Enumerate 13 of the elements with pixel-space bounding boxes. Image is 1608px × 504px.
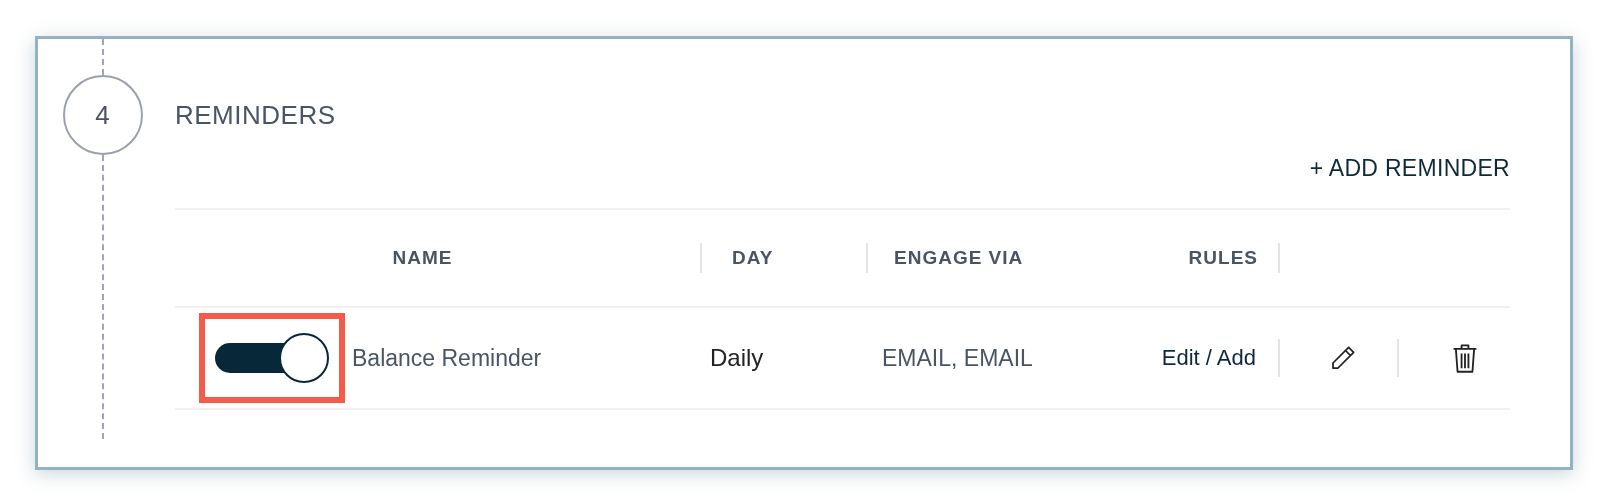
column-header: DAY — [732, 247, 774, 269]
step-number: 4 — [62, 75, 143, 155]
table-cell: Daily — [710, 344, 764, 372]
section-title: REMINDERS — [175, 99, 336, 132]
column-header: RULES — [1188, 247, 1258, 269]
column-header: ENGAGE VIA — [894, 247, 1024, 269]
edit-add-link[interactable]: Edit / Add — [1161, 345, 1256, 371]
reminder-name: Balance Reminder — [352, 344, 542, 372]
toggle-switch[interactable] — [215, 333, 329, 383]
column-header: NAME — [392, 247, 453, 269]
table-cell: EMAIL, EMAIL — [882, 344, 1033, 372]
trash-icon[interactable] — [1451, 342, 1479, 374]
add-reminder-button[interactable]: + ADD REMINDER — [1309, 153, 1510, 183]
